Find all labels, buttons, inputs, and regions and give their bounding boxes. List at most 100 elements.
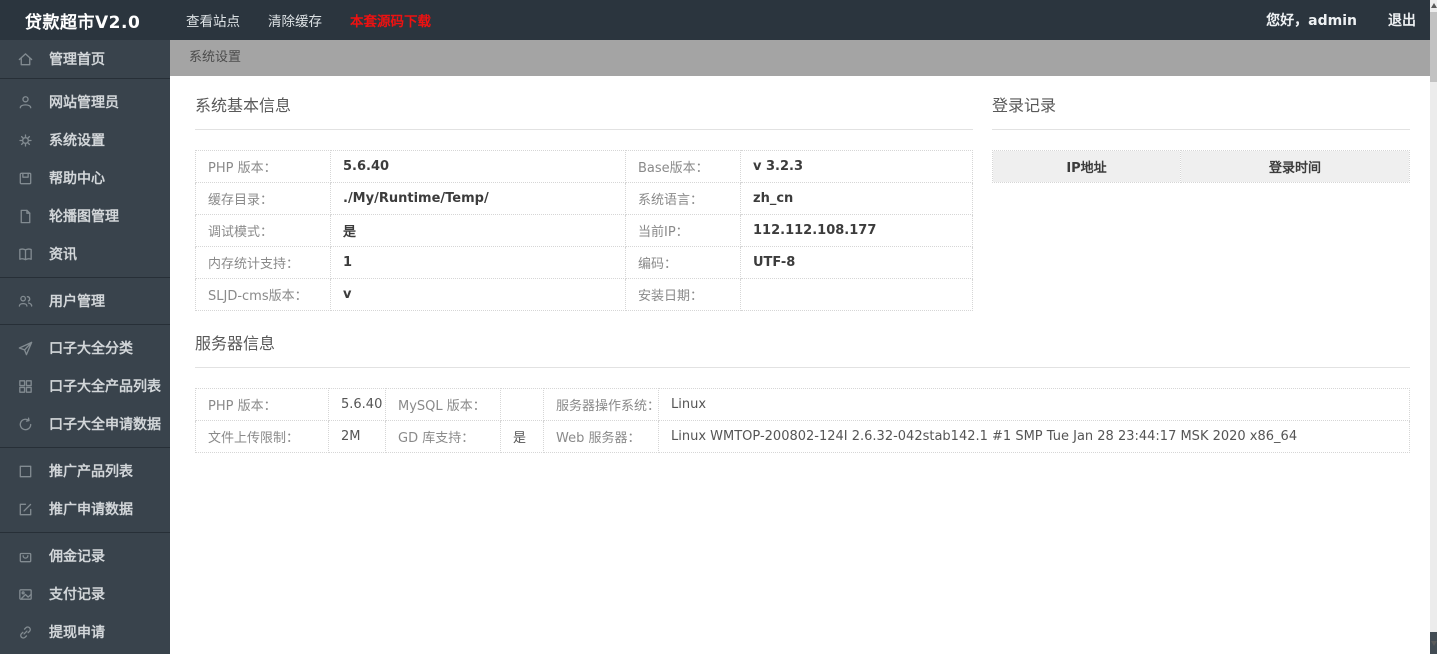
sidebar-nav: 管理首页 网站管理员 系统设置 帮助中心 轮播图管理 资讯 用户管理 口子大全分…	[0, 40, 170, 654]
sidebar-item-commission-records[interactable]: 佣金记录	[0, 537, 170, 575]
sidebar-item-label: 口子大全申请数据	[49, 417, 161, 433]
field-label: 系统语言：	[625, 182, 741, 215]
link-icon	[20, 625, 31, 639]
grid-icon	[19, 379, 32, 393]
sidebar-item-label: 系统设置	[49, 133, 105, 149]
sidebar-item-label: 推广产品列表	[49, 464, 133, 480]
section-login-records: 登录记录 IP地址 登录时间	[992, 92, 1410, 183]
app-logo: 贷款超市V2.0	[25, 12, 141, 33]
scroll-down-arrow-icon[interactable]	[1430, 641, 1437, 646]
sidebar-group: 口子大全分类 口子大全产品列表 口子大全申请数据	[0, 324, 170, 447]
field-value: 1	[330, 246, 626, 279]
table-row: PHP 版本： 5.6.40 Base版本： v 3.2.3	[195, 150, 973, 183]
sidebar-item-label: 口子大全产品列表	[49, 379, 161, 395]
refresh-icon	[19, 417, 32, 430]
sidebar-item-label: 网站管理员	[49, 95, 119, 111]
basic-info-table: PHP 版本： 5.6.40 Base版本： v 3.2.3 缓存目录： ./M…	[195, 150, 973, 311]
sidebar-item-label: 轮播图管理	[49, 209, 119, 225]
sidebar-item-label: 口子大全分类	[49, 341, 133, 357]
field-value: v 3.2.3	[740, 150, 973, 183]
sidebar-item-banner-manage[interactable]: 轮播图管理	[0, 197, 170, 235]
source-download-link[interactable]: 本套源码下载	[350, 10, 431, 30]
scrollbar-thumb[interactable]	[1430, 12, 1437, 82]
top-bar: 贷款超市V2.0 查看站点 清除缓存 本套源码下载 您好，admin 退出	[0, 0, 1430, 40]
column-header-ip: IP地址	[992, 150, 1181, 183]
sidebar-item-label: 推广申请数据	[49, 502, 133, 518]
field-value: zh_cn	[740, 182, 973, 215]
field-value: Linux	[658, 388, 1410, 421]
section-title: 服务器信息	[195, 330, 1410, 368]
field-value	[500, 388, 544, 421]
field-label: GD 库支持：	[385, 420, 501, 453]
view-site-link[interactable]: 查看站点	[186, 10, 240, 30]
table-row: 内存统计支持： 1 编码： UTF-8	[195, 246, 973, 279]
user-greeting: 您好，admin	[1266, 13, 1357, 29]
sidebar-group: 用户管理	[0, 277, 170, 324]
server-info-table: PHP 版本： 5.6.40 MySQL 版本： 服务器操作系统： Linux …	[195, 388, 1410, 453]
sidebar-item-loan-apply-data[interactable]: 口子大全申请数据	[0, 405, 170, 443]
sidebar-item-user-manage[interactable]: 用户管理	[0, 282, 170, 320]
bag-icon	[19, 552, 32, 562]
sidebar-item-promo-apply-data[interactable]: 推广申请数据	[0, 490, 170, 528]
sidebar-item-promo-product-list[interactable]: 推广产品列表	[0, 452, 170, 490]
sidebar-item-label: 支付记录	[49, 587, 105, 603]
field-label: 当前IP：	[625, 214, 741, 247]
user-icon	[19, 95, 32, 108]
sidebar-group: 网站管理员 系统设置 帮助中心 轮播图管理 资讯	[0, 78, 170, 277]
sidebar-item-payment-records[interactable]: 支付记录	[0, 575, 170, 613]
square-icon	[19, 465, 32, 477]
column-header-login-time: 登录时间	[1180, 150, 1410, 183]
field-label: 编码：	[625, 246, 741, 279]
field-value	[740, 278, 973, 311]
gear-icon	[19, 133, 32, 147]
sidebar-item-help-center[interactable]: 帮助中心	[0, 159, 170, 197]
sidebar-group: 管理首页	[0, 40, 170, 78]
clear-cache-link[interactable]: 清除缓存	[268, 10, 322, 30]
sidebar-item-system-settings[interactable]: 系统设置	[0, 121, 170, 159]
table-row: PHP 版本： 5.6.40 MySQL 版本： 服务器操作系统： Linux	[195, 388, 1410, 421]
field-label: 内存统计支持：	[195, 246, 331, 279]
section-title: 系统基本信息	[195, 92, 973, 130]
users-icon	[18, 295, 33, 307]
field-value: 是	[500, 420, 544, 453]
sidebar-group: 佣金记录 支付记录 提现申请	[0, 532, 170, 655]
sidebar-item-site-admin[interactable]: 网站管理员	[0, 83, 170, 121]
sidebar-item-withdraw-apply[interactable]: 提现申请	[0, 613, 170, 651]
sidebar-group: 推广产品列表 推广申请数据	[0, 447, 170, 532]
breadcrumb: 系统设置	[189, 50, 242, 65]
section-server-info: 服务器信息 PHP 版本： 5.6.40 MySQL 版本： 服务器操作系统： …	[195, 330, 1410, 453]
sidebar-item-label: 管理首页	[49, 52, 105, 68]
logout-button[interactable]: 退出	[1388, 10, 1416, 30]
table-row: 调试模式： 是 当前IP： 112.112.108.177	[195, 214, 973, 247]
section-basic-info: 系统基本信息 PHP 版本： 5.6.40 Base版本： v 3.2.3 缓存…	[195, 92, 973, 311]
sidebar-item-label: 帮助中心	[49, 171, 105, 187]
sidebar-item-label: 佣金记录	[49, 549, 105, 565]
book-icon	[19, 247, 32, 260]
vertical-scrollbar[interactable]	[1430, 0, 1437, 654]
field-value: 5.6.40	[328, 388, 386, 421]
field-value: 2M	[328, 420, 386, 453]
table-row: 文件上传限制： 2M GD 库支持： 是 Web 服务器： Linux WMTO…	[195, 420, 1410, 453]
top-menu: 查看站点 清除缓存 本套源码下载	[186, 10, 431, 30]
home-icon	[18, 52, 33, 65]
field-label: 服务器操作系统：	[543, 388, 659, 421]
table-row: 缓存目录： ./My/Runtime/Temp/ 系统语言： zh_cn	[195, 182, 973, 215]
sidebar-item-news[interactable]: 资讯	[0, 235, 170, 273]
field-label: SLJD-cms版本：	[195, 278, 331, 311]
sidebar-item-loan-product-list[interactable]: 口子大全产品列表	[0, 367, 170, 405]
field-value: Linux WMTOP-200802-124I 2.6.32-042stab14…	[658, 420, 1410, 453]
field-label: PHP 版本：	[195, 388, 329, 421]
file-icon	[20, 209, 31, 223]
field-value: UTF-8	[740, 246, 973, 279]
scroll-up-arrow-icon[interactable]	[1430, 3, 1437, 8]
field-value: v	[330, 278, 626, 311]
breadcrumb-bar: 系统设置	[170, 40, 1430, 76]
image-icon	[19, 588, 32, 600]
field-value: 112.112.108.177	[740, 214, 973, 247]
sidebar-item-dashboard[interactable]: 管理首页	[0, 40, 170, 78]
sidebar-item-loan-category[interactable]: 口子大全分类	[0, 329, 170, 367]
field-value: 5.6.40	[330, 150, 626, 183]
field-label: PHP 版本：	[195, 150, 331, 183]
sidebar-item-label: 资讯	[49, 247, 77, 263]
field-label: 调试模式：	[195, 214, 331, 247]
